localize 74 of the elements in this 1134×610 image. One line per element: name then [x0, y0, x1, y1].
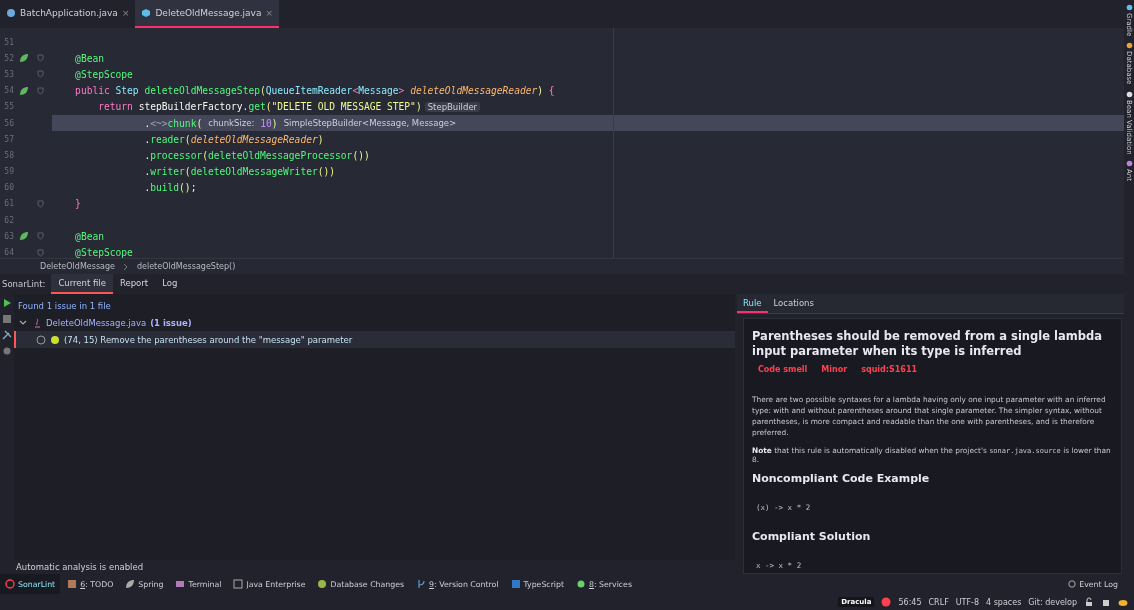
fold-icon	[36, 199, 44, 208]
rule-tag: squid:S1611	[861, 365, 918, 374]
panel-tab[interactable]: Current file	[51, 274, 113, 294]
code-text: }	[74, 198, 81, 210]
code-text: 10)	[260, 117, 278, 129]
panel-tab[interactable]: Report	[112, 274, 156, 294]
code-text: .<~>chunk(	[143, 117, 203, 129]
code-text: @Bean	[74, 52, 104, 64]
leaf-icon	[19, 85, 29, 96]
line-number: 56	[3, 118, 14, 128]
leaf-icon	[19, 231, 29, 242]
code-text: @StepScope	[74, 247, 133, 258]
line-number: 52	[3, 53, 14, 63]
inlay-hint: chunkSize:	[207, 118, 256, 129]
code-text: @Bean	[74, 230, 104, 242]
square-icon	[510, 579, 521, 589]
stop-icon	[2, 314, 12, 324]
code-text: @StepScope	[74, 68, 133, 80]
indent-setting[interactable]: 4 spaces	[986, 597, 1022, 607]
line-number: 51	[3, 37, 14, 47]
rule-tag: Code smell	[758, 365, 808, 374]
encoding[interactable]: UTF-8	[955, 597, 980, 607]
close-icon[interactable]: ×	[121, 8, 130, 18]
summary-text: Found 1 issue in 1 file	[18, 300, 111, 311]
line-number: 54	[3, 86, 14, 96]
branch-icon	[416, 579, 427, 589]
code-text: return stepBuilderFactory.get("DELETE OLD MESSAGE STEP")	[97, 101, 422, 113]
inlay-hint: SimpleStepBuilder<Message, Message>	[282, 118, 458, 129]
rule-tag: Minor	[821, 365, 848, 374]
line-number: 60	[3, 183, 14, 193]
code-text: .processor(deleteOldMessageProcessor())	[143, 149, 370, 161]
line-number: 61	[3, 199, 14, 209]
line-number: 55	[3, 102, 14, 112]
section-heading: Noncompliant Code Example	[752, 472, 931, 485]
leaf-icon	[19, 53, 29, 64]
code-text: .build();	[143, 182, 197, 194]
code-text: .reader(deleteOldMessageReader)	[143, 133, 324, 145]
line-number: 53	[3, 69, 14, 79]
line-number: 59	[3, 167, 14, 177]
cube-icon	[141, 8, 152, 18]
code-text: public Step deleteOldMessageStep(QueueItemReader<Message> deleteOldMessageReader) {	[74, 85, 555, 97]
editor-tab[interactable]: BatchApplication.java ×	[0, 0, 136, 28]
code-text: .writer(deleteOldMessageWriter())	[143, 166, 336, 178]
issue-count: (1 issue)	[150, 317, 192, 328]
play-icon	[2, 298, 12, 308]
leaf-icon	[125, 579, 136, 589]
status-dot-icon	[881, 597, 892, 607]
editor-tab[interactable]: DeleteOldMessage.java ×	[135, 0, 279, 28]
breadcrumb[interactable]: DeleteOldMessage	[40, 262, 115, 271]
git-branch[interactable]: Git: develop	[1028, 597, 1077, 607]
section-heading: Compliant Solution	[752, 530, 872, 543]
panel-title: SonarLint:	[2, 279, 46, 289]
inlay-hint: StepBuilder	[424, 101, 481, 112]
line-number: 63	[3, 231, 14, 241]
panel-tab[interactable]: Log	[155, 274, 185, 294]
line-number: 57	[3, 134, 14, 144]
line-number: 64	[3, 248, 14, 258]
no-entry-icon	[5, 579, 15, 589]
lock-icon	[1084, 597, 1094, 607]
close-icon[interactable]: ×	[265, 8, 273, 18]
tools-icon	[2, 330, 12, 340]
panel-tab[interactable]: Rule	[737, 294, 768, 313]
terminal-icon	[175, 579, 186, 589]
line-number: 62	[3, 215, 14, 225]
chevron-icon	[122, 262, 129, 271]
line-separator[interactable]: CRLF	[928, 597, 949, 607]
app-icon	[6, 8, 16, 18]
issue-row[interactable]: (74, 15) Remove the parentheses around the "message" parameter	[14, 331, 735, 348]
breadcrumb[interactable]: deleteOldMessageStep()	[136, 262, 236, 271]
caret-position[interactable]: 56:45	[898, 597, 922, 607]
file-name[interactable]: DeleteOldMessage.java	[46, 317, 147, 328]
line-number: 58	[3, 150, 14, 160]
panel-tab[interactable]: Locations	[767, 294, 820, 313]
rule-title: Parentheses should be removed from a single lambda input parameter when its type is inferred	[752, 329, 1103, 359]
